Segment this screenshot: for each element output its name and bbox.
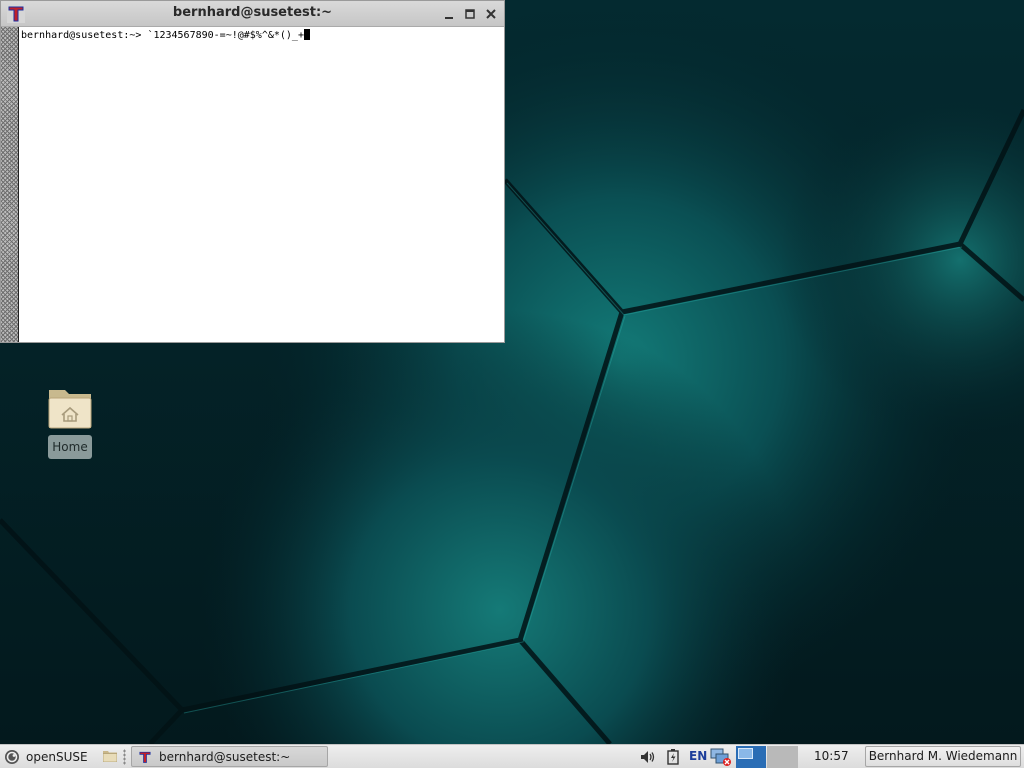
maximize-button[interactable] — [462, 6, 478, 22]
folder-icon[interactable] — [103, 750, 117, 762]
terminal-prompt: bernhard@susetest:~> — [21, 30, 148, 41]
volume-button[interactable] — [640, 748, 656, 766]
network-disconnected-icon — [710, 748, 731, 766]
start-menu-label: openSUSE — [26, 750, 88, 764]
battery-icon — [667, 749, 679, 765]
desktop-home-label: Home — [48, 435, 92, 459]
workspace-switcher[interactable] — [736, 746, 798, 768]
taskbar: openSUSE bernhard@susetest:~ EN 10:57 Be… — [0, 744, 1024, 768]
window-titlebar[interactable]: bernhard@susetest:~ — [1, 1, 504, 27]
opensuse-logo-icon — [5, 750, 19, 764]
text-cursor — [303, 29, 310, 40]
terminal-content[interactable]: bernhard@susetest:~> `1234567890-=~!@#$%… — [21, 29, 502, 340]
workspace-1[interactable] — [736, 746, 766, 768]
maximize-icon — [465, 9, 475, 19]
close-button[interactable] — [483, 6, 499, 22]
terminal-icon[interactable] — [7, 4, 25, 23]
keyboard-layout-indicator[interactable]: EN — [689, 749, 707, 763]
start-menu-button[interactable]: openSUSE — [4, 748, 88, 766]
taskbar-task-terminal[interactable]: bernhard@susetest:~ — [131, 746, 328, 767]
network-indicator[interactable] — [710, 748, 732, 766]
close-icon — [486, 9, 496, 19]
terminal-command: `1234567890-=~!@#$%^&*()_+ — [147, 30, 304, 41]
user-menu-button[interactable]: Bernhard M. Wiedemann — [865, 746, 1021, 767]
home-folder-icon — [48, 390, 92, 429]
workspace-2[interactable] — [767, 746, 798, 768]
minimize-icon — [445, 17, 453, 19]
terminal-icon — [139, 751, 151, 763]
workspace-window-thumbnail — [738, 748, 753, 759]
minimize-button[interactable] — [441, 6, 457, 22]
clock[interactable]: 10:57 — [814, 749, 849, 763]
battery-indicator[interactable] — [666, 748, 680, 766]
taskbar-task-label: bernhard@susetest:~ — [159, 749, 291, 764]
panel-grip[interactable] — [123, 749, 126, 765]
terminal-window[interactable]: bernhard@susetest:~ bernhard@susetest:~>… — [0, 0, 505, 343]
window-title: bernhard@susetest:~ — [172, 5, 333, 20]
speaker-icon — [641, 751, 655, 763]
terminal-scrollbar[interactable] — [1, 27, 19, 342]
